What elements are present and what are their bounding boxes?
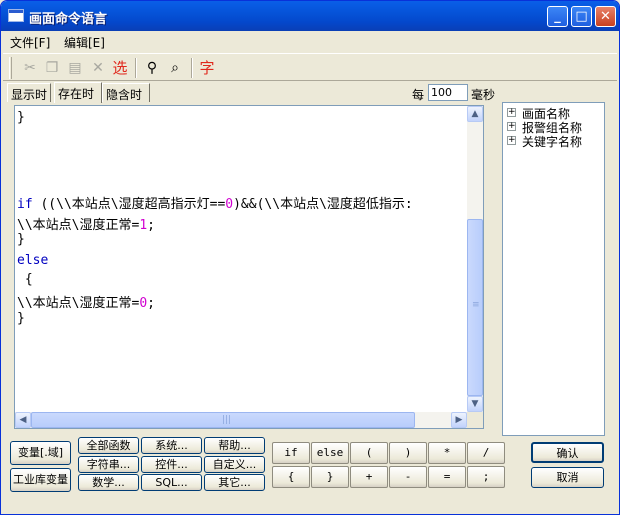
other-functions-button[interactable]: 其它... xyxy=(204,474,265,491)
minimize-icon: _ xyxy=(554,9,561,24)
scroll-right-icon[interactable]: ▶ xyxy=(451,412,467,428)
custom-functions-button[interactable]: 自定义... xyxy=(204,456,265,473)
industry-library-variable-button[interactable]: 工业库变量 xyxy=(10,468,71,492)
toolbar-separator xyxy=(135,58,137,78)
code-line: } xyxy=(17,232,25,247)
code-editor[interactable]: } if ((\\本站点\湿度超高指示灯==0)&&(\\本站点\湿度超低指示:… xyxy=(14,105,484,429)
sql-functions-button[interactable]: SQL... xyxy=(141,474,202,491)
operator-equals-button[interactable]: = xyxy=(428,466,466,488)
tab-on-hide[interactable]: 隐含时 xyxy=(102,83,150,102)
code-line: else xyxy=(17,253,49,268)
operator-if-button[interactable]: if xyxy=(272,442,310,464)
operator-open-paren-button[interactable]: ( xyxy=(350,442,388,464)
scroll-left-icon[interactable]: ◀ xyxy=(15,412,31,428)
operator-minus-button[interactable]: - xyxy=(389,466,427,488)
code-text-area[interactable]: } if ((\\本站点\湿度超高指示灯==0)&&(\\本站点\湿度超低指示:… xyxy=(15,106,467,412)
variable-button[interactable]: 变量[.域] xyxy=(10,441,71,465)
operator-open-brace-button[interactable]: { xyxy=(272,466,310,488)
window-icon xyxy=(8,9,24,22)
system-functions-button[interactable]: 系统... xyxy=(141,437,202,454)
interval-input[interactable]: 100 xyxy=(428,84,468,101)
close-icon: ✕ xyxy=(600,9,611,24)
minimize-button[interactable]: _ xyxy=(547,6,568,27)
string-functions-button[interactable]: 字符串... xyxy=(78,456,139,473)
expand-icon[interactable]: + xyxy=(507,108,516,117)
tab-while-exist[interactable]: 存在时 xyxy=(54,82,102,103)
menu-edit[interactable]: 编辑[E] xyxy=(64,34,105,51)
help-button[interactable]: 帮助... xyxy=(204,437,265,454)
toolbar-grip[interactable] xyxy=(9,57,12,79)
rate-prefix: 每 xyxy=(412,88,425,102)
operator-close-paren-button[interactable]: ) xyxy=(389,442,427,464)
code-line: } xyxy=(17,110,25,125)
vertical-scrollbar[interactable]: ▲ ≡ ▼ xyxy=(467,106,483,412)
code-line: \\本站点\湿度正常=1; xyxy=(17,218,155,233)
command-language-window: 画面命令语言 _ □ ✕ 文件[F] 编辑[E] ✂ ❐ ▤ ✕ 选 ⚲ ⌕ 字… xyxy=(0,0,620,515)
rate-unit: 毫秒 xyxy=(471,88,496,102)
font-icon[interactable]: 字 xyxy=(198,59,216,77)
paste-icon[interactable]: ▤ xyxy=(66,59,84,77)
scroll-down-icon[interactable]: ▼ xyxy=(467,396,483,412)
horizontal-scrollbar[interactable]: ◀ ||| ▶ xyxy=(15,412,467,428)
scrollbar-corner xyxy=(467,412,483,428)
menu-file[interactable]: 文件[F] xyxy=(10,34,50,51)
operator-multiply-button[interactable]: * xyxy=(428,442,466,464)
operator-else-button[interactable]: else xyxy=(311,442,349,464)
expand-icon[interactable]: + xyxy=(507,136,516,145)
code-line: if ((\\本站点\湿度超高指示灯==0)&&(\\本站点\湿度超低指示: xyxy=(17,197,413,212)
code-line: \\本站点\湿度正常=0; xyxy=(17,296,155,311)
control-functions-button[interactable]: 控件... xyxy=(141,456,202,473)
maximize-button[interactable]: □ xyxy=(571,6,592,27)
all-functions-button[interactable]: 全部函数 xyxy=(78,437,139,454)
window-title: 画面命令语言 xyxy=(29,12,108,27)
code-line: { xyxy=(17,272,33,287)
tab-on-show[interactable]: 显示时 xyxy=(7,83,51,102)
toolbar: ✂ ❐ ▤ ✕ 选 ⚲ ⌕ 字 xyxy=(3,53,617,81)
cancel-button[interactable]: 取消 xyxy=(531,467,604,488)
copy-icon[interactable]: ❐ xyxy=(43,59,61,77)
title-bar[interactable]: 画面命令语言 _ □ ✕ xyxy=(1,1,619,31)
operator-plus-button[interactable]: + xyxy=(350,466,388,488)
replace-icon[interactable]: ⌕ xyxy=(166,59,184,77)
code-line: } xyxy=(17,311,25,326)
vertical-scroll-thumb[interactable]: ≡ xyxy=(467,219,483,396)
operator-divide-button[interactable]: / xyxy=(467,442,505,464)
toolbar-separator xyxy=(191,58,193,78)
close-button[interactable]: ✕ xyxy=(595,6,616,27)
confirm-button[interactable]: 确认 xyxy=(531,442,604,463)
horizontal-scroll-thumb[interactable]: ||| xyxy=(31,412,415,428)
delete-icon[interactable]: ✕ xyxy=(89,59,107,77)
select-icon[interactable]: 选 xyxy=(111,59,129,77)
scroll-up-icon[interactable]: ▲ xyxy=(467,106,483,122)
expand-icon[interactable]: + xyxy=(507,122,516,131)
operator-close-brace-button[interactable]: } xyxy=(311,466,349,488)
operator-semicolon-button[interactable]: ; xyxy=(467,466,505,488)
find-icon[interactable]: ⚲ xyxy=(143,59,161,77)
maximize-icon: □ xyxy=(575,9,588,24)
menu-bar: 文件[F] 编辑[E] xyxy=(1,31,619,51)
cut-icon[interactable]: ✂ xyxy=(21,59,39,77)
math-functions-button[interactable]: 数学... xyxy=(78,474,139,491)
name-tree[interactable]: + 画面名称 + 报警组名称 + 关键字名称 xyxy=(502,102,605,436)
